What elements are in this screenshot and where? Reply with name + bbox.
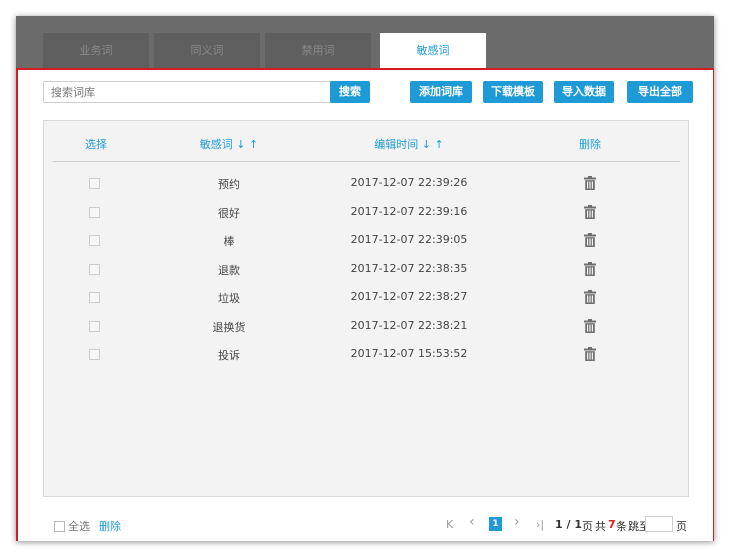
jump-suffix: 页 (676, 520, 687, 533)
content-border-left (16, 68, 18, 541)
tab-bar: 业务词 同义词 禁用词 敏感词 (16, 16, 714, 69)
prev-page-button[interactable]: ‹ (469, 514, 475, 530)
row-edit-time: 2017-12-07 22:39:16 (350, 204, 468, 218)
table-row: 很好 2017-12-07 22:39:16 (44, 201, 690, 223)
table-row: 退换货 2017-12-07 22:38:21 (44, 315, 690, 337)
trash-icon[interactable] (584, 204, 596, 219)
trash-icon[interactable] (584, 347, 596, 361)
row-edit-time: 2017-12-07 22:38:35 (350, 261, 468, 275)
download-template-button[interactable]: 下载模板 (483, 81, 543, 103)
row-checkbox[interactable] (89, 235, 100, 246)
table-row: 棒 2017-12-07 22:39:05 (44, 229, 690, 251)
row-edit-time: 2017-12-07 15:53:52 (350, 347, 468, 360)
header-select: 选择 (85, 138, 107, 151)
table-row: 垃圾 2017-12-07 22:38:27 (44, 286, 690, 308)
row-sensitive-word: 预约 (218, 178, 240, 191)
table-row: 预约 2017-12-07 22:39:26 (44, 172, 690, 194)
export-all-button[interactable]: 导出全部 (627, 81, 693, 103)
row-checkbox[interactable] (89, 263, 100, 275)
row-sensitive-word: 投诉 (218, 349, 240, 362)
search-input[interactable] (43, 81, 331, 103)
row-checkbox[interactable] (89, 206, 100, 218)
app-window: 业务词 同义词 禁用词 敏感词 搜索 添加词库 下载模板 导入数据 导出全部 选… (16, 16, 714, 541)
row-sensitive-word: 退换货 (212, 320, 246, 334)
total-suffix: 条 (616, 520, 627, 533)
tab-banned-words[interactable]: 禁用词 (265, 33, 371, 68)
row-checkbox[interactable] (89, 349, 100, 360)
total-prefix: 共 (595, 520, 606, 533)
content-border-right (713, 68, 714, 541)
import-data-button[interactable]: 导入数据 (554, 81, 614, 103)
row-edit-time: 2017-12-07 22:38:27 (350, 290, 468, 303)
bulk-delete-link[interactable]: 删除 (99, 518, 121, 534)
trash-icon[interactable] (584, 233, 596, 247)
header-divider (53, 161, 680, 162)
current-page-indicator[interactable]: 1 (489, 517, 502, 531)
trash-icon[interactable] (584, 318, 596, 333)
row-checkbox[interactable] (89, 292, 100, 303)
row-edit-time: 2017-12-07 22:39:05 (350, 233, 468, 246)
row-sensitive-word: 垃圾 (218, 292, 240, 305)
page-info: 1 / 1 (555, 518, 582, 531)
row-sensitive-word: 很好 (218, 206, 240, 220)
select-all-checkbox[interactable] (54, 521, 65, 532)
tab-sensitive-words[interactable]: 敏感词 (380, 33, 486, 69)
row-checkbox[interactable] (89, 320, 100, 332)
row-edit-time: 2017-12-07 22:38:21 (350, 318, 468, 332)
last-page-button[interactable]: ›| (536, 518, 544, 531)
trash-icon[interactable] (584, 261, 596, 276)
header-sensitive-word-sort[interactable]: 敏感词 ↓ ↑ (189, 136, 269, 152)
table-row: 退款 2017-12-07 22:38:35 (44, 258, 690, 280)
row-sensitive-word: 退款 (218, 263, 240, 277)
trash-icon[interactable] (584, 176, 596, 190)
first-page-button[interactable]: K (446, 518, 453, 531)
jump-page-input[interactable] (645, 516, 673, 532)
content-border-top (16, 68, 714, 70)
page-unit-label: 页 (582, 520, 593, 533)
header-delete: 删除 (579, 138, 601, 151)
row-checkbox[interactable] (89, 178, 100, 189)
header-edit-time-sort[interactable]: 编辑时间 ↓ ↑ (364, 136, 454, 152)
word-table: 选择 敏感词 ↓ ↑ 编辑时间 ↓ ↑ 删除 预约 2017-12-07 22:3… (43, 120, 689, 497)
next-page-button[interactable]: › (514, 514, 520, 530)
row-edit-time: 2017-12-07 22:39:26 (350, 176, 468, 189)
tab-business-words[interactable]: 业务词 (43, 33, 149, 68)
select-all-label[interactable]: 全选 (68, 518, 90, 534)
total-count: 7 (608, 518, 616, 531)
row-sensitive-word: 棒 (223, 235, 235, 248)
trash-icon[interactable] (584, 290, 596, 304)
tab-synonyms[interactable]: 同义词 (154, 33, 260, 68)
table-row: 投诉 2017-12-07 15:53:52 (44, 343, 690, 365)
search-button[interactable]: 搜索 (330, 81, 370, 103)
add-library-button[interactable]: 添加词库 (410, 81, 472, 103)
